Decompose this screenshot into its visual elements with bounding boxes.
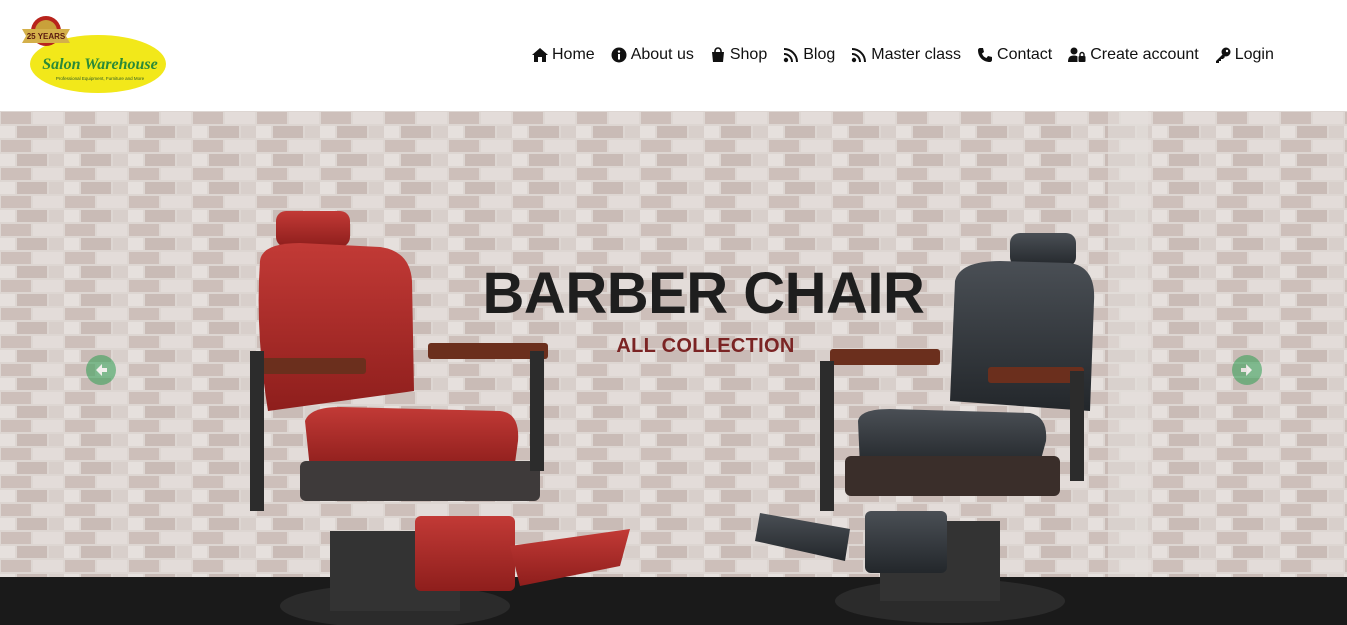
logo-tagline: Professional Equipment, Furniture and Mo… — [56, 76, 145, 81]
nav-label: Home — [552, 46, 595, 63]
rss-icon — [784, 48, 799, 63]
nav-label: Contact — [997, 46, 1053, 63]
user-lock-icon — [1068, 47, 1086, 62]
nav-about-us[interactable]: About us — [611, 46, 694, 64]
nav-label: Blog — [803, 46, 836, 63]
logo-badge: 25 YEARS — [27, 32, 66, 41]
info-icon — [611, 47, 627, 63]
phone-icon — [978, 48, 993, 62]
nav-label: Shop — [729, 46, 768, 63]
arrow-left-circle-icon — [96, 364, 107, 376]
slider-next-button[interactable] — [1232, 355, 1262, 385]
home-icon — [532, 48, 548, 62]
hero-title: BARBER CHAIR — [482, 261, 925, 326]
nav-shop[interactable]: Shop — [710, 46, 767, 64]
nav-home[interactable]: Home — [532, 46, 595, 64]
nav-label: Master class — [871, 46, 962, 63]
nav-login[interactable]: Login — [1215, 46, 1274, 64]
nav-blog[interactable]: Blog — [783, 46, 835, 64]
site-logo[interactable]: 25 YEARS Salon Warehouse Professional Eq… — [16, 14, 168, 96]
nav-create-account[interactable]: Create account — [1068, 46, 1199, 64]
rss-icon — [852, 48, 867, 63]
nav-label: About us — [630, 46, 694, 63]
slider-prev-button[interactable] — [86, 355, 116, 385]
site-header: 25 YEARS Salon Warehouse Professional Eq… — [0, 0, 1347, 110]
nav-contact[interactable]: Contact — [977, 46, 1052, 64]
shopping-bag-icon — [711, 47, 724, 62]
main-nav: Home About us Shop Blog Master class Con… — [532, 44, 1274, 66]
nav-label: Create account — [1090, 46, 1199, 63]
arrow-right-circle-icon — [1241, 364, 1252, 376]
hero-slider: BARBER CHAIR ALL COLLECTION — [0, 111, 1347, 625]
key-icon — [1215, 47, 1231, 63]
logo-brand: Salon Warehouse — [42, 56, 157, 73]
hero-background-image — [0, 111, 1347, 625]
hero-subtitle[interactable]: ALL COLLECTION — [0, 335, 1347, 358]
nav-master-class[interactable]: Master class — [851, 46, 961, 64]
nav-label: Login — [1234, 46, 1274, 63]
